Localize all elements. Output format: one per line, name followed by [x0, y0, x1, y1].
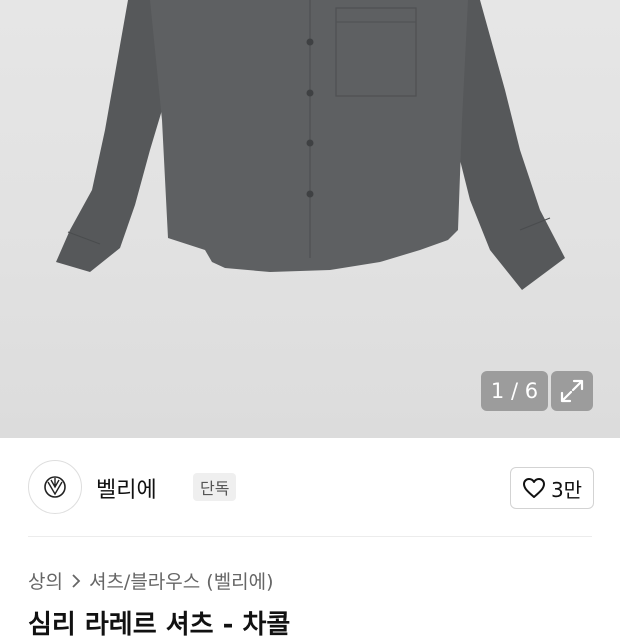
- expand-image-button[interactable]: [551, 371, 593, 411]
- heart-outline-icon: [522, 478, 545, 498]
- image-pager: 1 / 6: [481, 371, 548, 411]
- product-image-gallery[interactable]: 1 / 6: [0, 0, 620, 438]
- like-button[interactable]: 3만: [510, 467, 594, 509]
- breadcrumb-category[interactable]: 상의: [28, 567, 63, 594]
- breadcrumb-subcategory[interactable]: 셔츠/블라우스 (벨리에): [89, 567, 274, 594]
- breadcrumb: 상의 셔츠/블라우스 (벨리에): [28, 567, 274, 594]
- brand-name[interactable]: 벨리에: [96, 472, 157, 504]
- chevron-right-icon: [72, 573, 81, 588]
- exclusive-badge: 단독: [193, 473, 237, 501]
- brand-logo[interactable]: [28, 460, 82, 514]
- like-count: 3만: [550, 477, 583, 502]
- divider: [28, 536, 592, 537]
- product-title: 심리 라레르 셔츠 - 차콜: [28, 610, 291, 640]
- expand-icon: [560, 379, 584, 403]
- brand-row: 벨리에 단독 3만: [28, 460, 594, 516]
- brand-logo-icon: [44, 476, 66, 498]
